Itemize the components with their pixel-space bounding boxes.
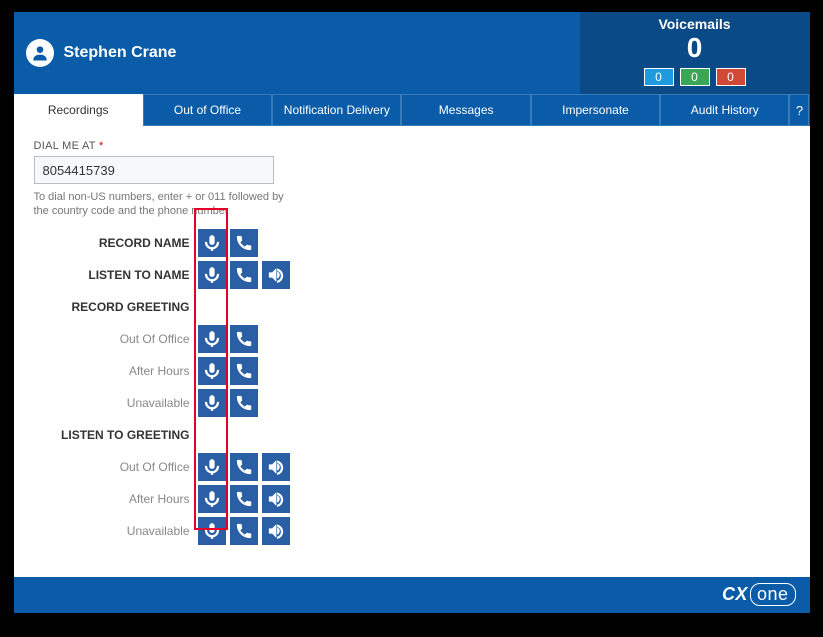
cxone-logo: CXone	[722, 584, 796, 605]
listen-name-mic-button[interactable]	[198, 261, 226, 289]
voicemail-count: 0	[580, 34, 810, 62]
phone-icon	[235, 458, 253, 476]
speaker-icon	[267, 522, 285, 540]
label-record-greeting: RECORD GREETING	[34, 300, 194, 314]
speaker-icon	[267, 458, 285, 476]
mic-icon	[203, 490, 221, 508]
dial-hint: To dial non-US numbers, enter + or 011 f…	[34, 190, 294, 219]
row-record-ooo: Out Of Office	[34, 323, 790, 355]
listen-ooo-mic-button[interactable]	[198, 453, 226, 481]
label-after-hours: After Hours	[34, 364, 194, 378]
row-record-afterhours: After Hours	[34, 355, 790, 387]
listen-ooo-speaker-button[interactable]	[262, 453, 290, 481]
record-afterhours-phone-button[interactable]	[230, 357, 258, 385]
label-unavailable: Unavailable	[34, 396, 194, 410]
mic-icon	[203, 266, 221, 284]
content: DIAL ME AT * To dial non-US numbers, ent…	[14, 126, 810, 577]
footer: CXone	[14, 577, 810, 613]
user-icon	[30, 43, 50, 63]
label-listen-name: LISTEN TO NAME	[34, 268, 194, 282]
avatar	[26, 39, 54, 67]
listen-unavailable-mic-button[interactable]	[198, 517, 226, 545]
help-button[interactable]: ?	[789, 94, 809, 126]
voicemail-panel: Voicemails 0 0 0 0	[580, 12, 810, 94]
mic-icon	[203, 458, 221, 476]
logo-one: one	[750, 583, 796, 606]
phone-icon	[235, 522, 253, 540]
record-afterhours-mic-button[interactable]	[198, 357, 226, 385]
tab-out-of-office[interactable]: Out of Office	[143, 94, 272, 126]
label-unavailable-listen: Unavailable	[34, 524, 194, 538]
label-ooo-listen: Out Of Office	[34, 460, 194, 474]
row-listen-ooo: Out Of Office	[34, 451, 790, 483]
record-unavailable-phone-button[interactable]	[230, 389, 258, 417]
tab-messages[interactable]: Messages	[401, 94, 530, 126]
listen-name-speaker-button[interactable]	[262, 261, 290, 289]
badge-saved[interactable]: 0	[680, 68, 710, 86]
label-ooo: Out Of Office	[34, 332, 194, 346]
header: Stephen Crane Voicemails 0 0 0 0	[14, 12, 810, 94]
record-unavailable-mic-button[interactable]	[198, 389, 226, 417]
phone-icon	[235, 490, 253, 508]
label-listen-greeting: LISTEN TO GREETING	[34, 428, 194, 442]
row-listen-afterhours: After Hours	[34, 483, 790, 515]
user-name: Stephen Crane	[64, 44, 177, 62]
label-record-name: RECORD NAME	[34, 236, 194, 250]
row-record-unavailable: Unavailable	[34, 387, 790, 419]
badge-deleted[interactable]: 0	[716, 68, 746, 86]
row-listen-unavailable: Unavailable	[34, 515, 790, 547]
phone-icon	[235, 394, 253, 412]
mic-icon	[203, 394, 221, 412]
voicemail-title: Voicemails	[580, 16, 810, 32]
speaker-icon	[267, 490, 285, 508]
badge-new[interactable]: 0	[644, 68, 674, 86]
tab-notification-delivery[interactable]: Notification Delivery	[272, 94, 401, 126]
mic-icon	[203, 362, 221, 380]
row-record-name: RECORD NAME	[34, 227, 790, 259]
logo-cx: CX	[722, 584, 748, 604]
phone-icon	[235, 266, 253, 284]
required-asterisk: *	[99, 140, 104, 152]
phone-icon	[235, 362, 253, 380]
listen-afterhours-phone-button[interactable]	[230, 485, 258, 513]
mic-icon	[203, 234, 221, 252]
record-ooo-mic-button[interactable]	[198, 325, 226, 353]
row-listen-greeting-header: LISTEN TO GREETING	[34, 419, 790, 451]
tab-impersonate[interactable]: Impersonate	[531, 94, 660, 126]
phone-icon	[235, 234, 253, 252]
speaker-icon	[267, 266, 285, 284]
listen-ooo-phone-button[interactable]	[230, 453, 258, 481]
dial-label: DIAL ME AT *	[34, 140, 790, 152]
dial-input[interactable]	[34, 156, 274, 184]
mic-icon	[203, 522, 221, 540]
app-window: Stephen Crane Voicemails 0 0 0 0 Recordi…	[12, 10, 812, 615]
label-after-hours-listen: After Hours	[34, 492, 194, 506]
tab-audit-history[interactable]: Audit History	[660, 94, 789, 126]
tab-recordings[interactable]: Recordings	[14, 94, 143, 126]
tabbar: Recordings Out of Office Notification De…	[14, 94, 810, 126]
listen-unavailable-speaker-button[interactable]	[262, 517, 290, 545]
phone-icon	[235, 330, 253, 348]
listen-unavailable-phone-button[interactable]	[230, 517, 258, 545]
listen-afterhours-mic-button[interactable]	[198, 485, 226, 513]
header-left: Stephen Crane	[14, 12, 580, 94]
listen-afterhours-speaker-button[interactable]	[262, 485, 290, 513]
listen-name-phone-button[interactable]	[230, 261, 258, 289]
row-record-greeting-header: RECORD GREETING	[34, 291, 790, 323]
row-listen-name: LISTEN TO NAME	[34, 259, 790, 291]
record-ooo-phone-button[interactable]	[230, 325, 258, 353]
recording-rows: RECORD NAME LISTEN TO NAME RECORD GREETI…	[34, 227, 790, 547]
record-name-mic-button[interactable]	[198, 229, 226, 257]
mic-icon	[203, 330, 221, 348]
voicemail-badges: 0 0 0	[580, 68, 810, 86]
dial-label-text: DIAL ME AT	[34, 140, 96, 152]
record-name-phone-button[interactable]	[230, 229, 258, 257]
